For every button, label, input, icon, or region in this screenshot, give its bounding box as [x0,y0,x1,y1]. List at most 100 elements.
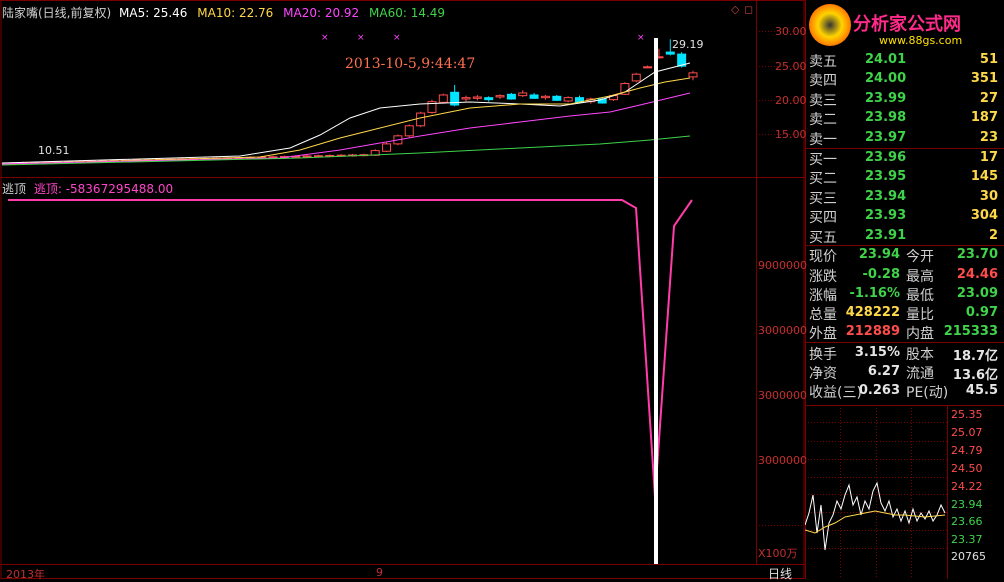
ma-line [1,62,691,164]
candle [382,143,392,152]
stock-title: 陆家嘴(日线,前复权) [2,6,112,20]
order-price: 24.00 [865,71,907,87]
order-price: 23.96 [865,150,907,165]
order-volume: 23 [979,129,998,145]
indicator-line [8,199,693,498]
crosshair-datetime: 2013-10-5,9:44:47 [345,56,476,72]
candle [665,51,675,55]
quote-value: 23.94 [858,247,900,262]
price-axis-tick: 15.00 [775,128,807,141]
svg-text:×: × [637,33,645,43]
order-volume: 304 [970,208,998,224]
mini-axis-tick: 24.50 [951,462,983,475]
candle [643,66,653,69]
quote-row: 涨跌 -0.28 最高 24.46 [805,265,1004,285]
order-book-row[interactable]: 买五 23.91 2 [805,226,1004,246]
candle [529,94,539,99]
order-volume: 187 [970,110,998,126]
order-book-row[interactable]: 买二 23.95 145 [805,167,1004,187]
quote-label: 最高 [906,269,934,285]
candle [461,97,471,100]
period-button[interactable]: 日线 [768,565,792,582]
quote-row: 涨幅 -1.16% 最低 23.09 [805,284,1004,304]
indicator-axis-tick: 3000000 [758,389,807,402]
candle [563,97,573,102]
order-price: 23.99 [865,90,907,106]
quote-label: 最低 [906,288,934,304]
indicator-value: 逃顶: -58367295488.00 [33,182,174,196]
ma60-label: MA60: 14.49 [369,6,446,20]
quote-row: 现价 23.94 今开 23.70 [805,245,1004,265]
high-price-label: 29.19 [672,38,704,51]
ma5-label: MA5: 25.46 [119,6,188,20]
chart-options-icon[interactable]: ◇ [731,3,739,16]
order-book-row[interactable]: 卖五 24.01 51 [805,50,1004,70]
close-icon[interactable]: ◻ [744,3,753,16]
order-book-row[interactable]: 卖三 23.99 27 [805,89,1004,109]
mini-axis-tick: 25.35 [951,408,983,421]
order-book-row[interactable]: 卖二 23.98 187 [805,108,1004,128]
candle [552,95,562,101]
ma20-label: MA20: 20.92 [283,6,360,20]
order-book-row[interactable]: 买四 23.93 304 [805,206,1004,226]
order-level-label: 买三 [809,190,837,207]
mini-axis-tick: 23.94 [951,498,983,511]
quote-row: 总量 428222 量比 0.97 [805,303,1004,323]
mini-axis-tick: 20765 [951,550,986,563]
quote-label: 现价 [809,249,837,265]
svg-text:×: × [393,33,401,43]
order-level-label: 卖一 [809,131,837,148]
quote-row: 收益(三) 0.263 PE(动) 45.5 [805,381,1004,401]
indicator-axis-tick: 3000000 [758,324,807,337]
order-volume: 145 [970,169,998,185]
quote-label: 总量 [809,307,837,323]
indicator-axis-tick: 3000000 [758,454,807,467]
year-label: 2013年 [6,568,45,581]
svg-text:×: × [357,33,365,43]
order-book-row[interactable]: 卖一 23.97 23 [805,128,1004,148]
ma-line [1,92,691,165]
order-price: 24.01 [865,52,907,67]
quote-value: 215333 [943,324,998,339]
candle [484,97,494,101]
order-volume: 351 [970,71,998,87]
quote-value: 45.5 [965,383,998,398]
quote-label: 内盘 [906,326,934,342]
ma10-label: MA10: 22.76 [197,6,274,20]
order-level-label: 买四 [809,210,837,227]
quote-row: 换手 3.15% 股本 18.7亿 [805,343,1004,364]
mini-axis-tick: 24.22 [951,480,983,493]
indicator-name[interactable]: 逃顶 [2,182,26,196]
svg-text:×: × [321,33,329,43]
candle [416,112,426,127]
candle [302,155,312,158]
unit-label: X100万 [758,547,798,560]
quote-value: 212889 [845,324,900,339]
order-price: 23.95 [865,169,907,185]
quote-label: PE(动) [906,385,949,401]
quote-label: 涨幅 [809,288,837,304]
candle [688,72,698,78]
order-price: 23.94 [865,188,907,204]
quote-label: 净资 [809,366,837,382]
candle [404,125,414,137]
quote-label: 股本 [906,347,934,363]
order-price: 23.93 [865,208,907,224]
indicator-header: 逃顶 逃顶: -58367295488.00 [2,180,173,197]
order-volume: 17 [979,150,998,165]
candle [631,73,641,82]
chart-header: 陆家嘴(日线,前复权) MA5: 25.46 MA10: 22.76 MA20:… [2,4,445,21]
order-price: 23.98 [865,110,907,126]
divider [805,147,1004,149]
quote-value: 0.263 [858,383,900,398]
ma-line [1,77,691,165]
logo: 分析家公式网 www.88gs.com [807,2,1003,50]
logo-title: 分析家公式网 [853,14,961,35]
order-book-row[interactable]: 买三 23.94 30 [805,187,1004,207]
order-volume: 27 [979,90,998,106]
quote-label: 今开 [906,249,934,265]
order-book-row[interactable]: 买一 23.96 17 [805,148,1004,168]
low-price-label: 10.51 [38,144,70,157]
order-book-row[interactable]: 卖四 24.00 351 [805,69,1004,89]
quote-label: 换手 [809,347,837,363]
